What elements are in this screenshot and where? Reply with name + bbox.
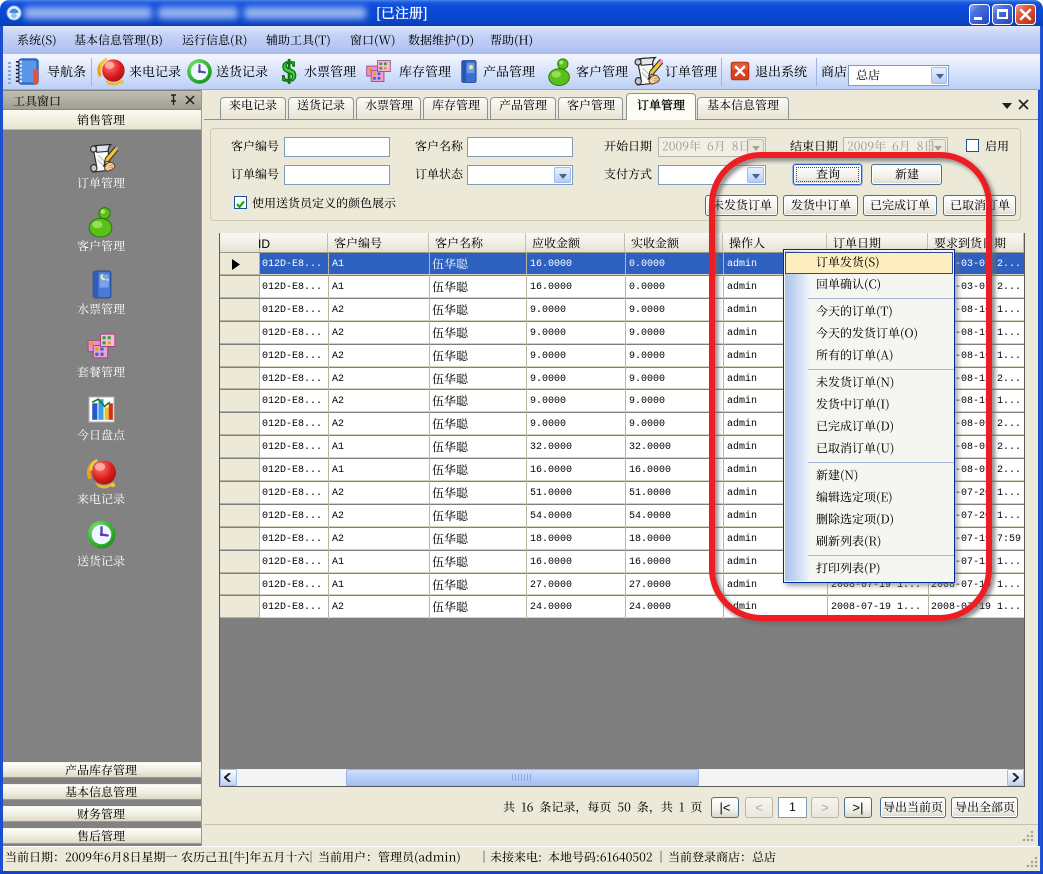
svg-text:$: $ <box>282 56 297 87</box>
